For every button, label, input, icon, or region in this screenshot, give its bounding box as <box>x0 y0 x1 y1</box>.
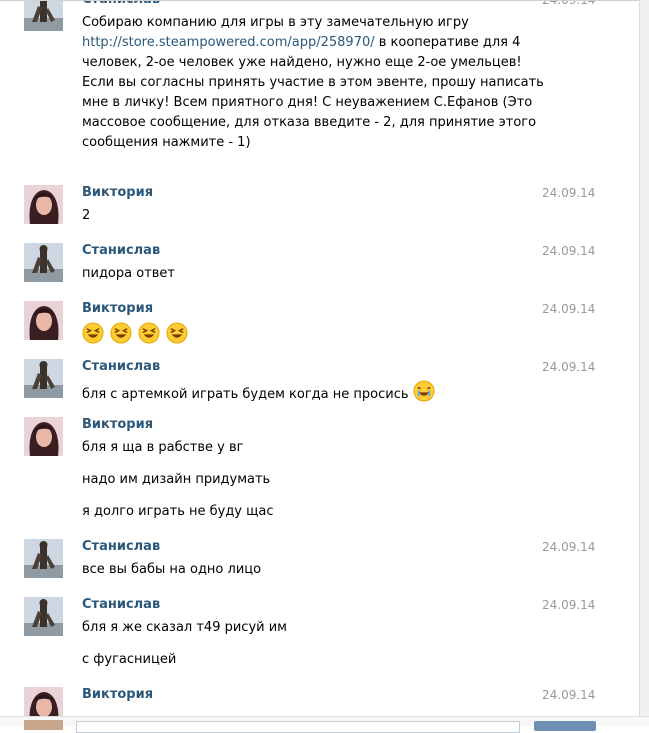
laughing-emoji <box>82 322 104 351</box>
author-name[interactable]: Виктория <box>82 185 153 201</box>
author-name[interactable]: Станислав <box>82 0 160 8</box>
avatar[interactable] <box>24 301 63 340</box>
author-name[interactable]: Станислав <box>82 539 160 555</box>
message-line: я долго играть не буду щас <box>82 502 512 522</box>
message-date: 24.09.14 <box>542 0 596 7</box>
message-text: пидора ответ <box>82 266 175 281</box>
message-line: пидора ответ <box>82 264 512 284</box>
laughing-emoji <box>166 322 188 351</box>
message-line: Если вы согласны принять участие в этом … <box>82 73 544 93</box>
message-body <box>82 322 512 351</box>
message-body: Собираю компанию для игры в эту замечате… <box>82 13 544 153</box>
message-body: все вы бабы на одно лицо <box>82 560 512 580</box>
message-history: Станислав 24.09.14 Собираю компанию для иг… <box>0 0 640 716</box>
send-button[interactable] <box>534 721 596 731</box>
author-name[interactable]: Виктория <box>82 301 153 317</box>
message-link[interactable]: http://store.steampowered.com/app/258970… <box>82 35 375 50</box>
avatar[interactable] <box>24 359 63 398</box>
author-name[interactable]: Станислав <box>82 359 160 375</box>
author-name[interactable]: Виктория <box>82 417 153 433</box>
message-line: человек, 2-ое человек уже найдено, нужно… <box>82 53 522 73</box>
message-text: Собираю компанию для игры в эту замечате… <box>82 15 469 30</box>
message-body: бля я ща в рабстве у вг надо им дизайн пр… <box>82 438 512 522</box>
message-date: 24.09.14 <box>542 598 596 612</box>
avatar[interactable] <box>24 687 63 716</box>
author-name[interactable]: Виктория <box>82 687 153 703</box>
message-date: 24.09.14 <box>542 540 596 554</box>
message-text: в кооперативе для 4 <box>374 35 521 50</box>
avatar[interactable] <box>24 243 63 282</box>
avatar[interactable] <box>24 0 63 31</box>
message-line: http://store.steampowered.com/app/258970… <box>82 33 520 53</box>
avatar[interactable] <box>24 185 63 224</box>
message-line: бля с артемкой играть будем когда не про… <box>82 380 512 409</box>
message-text: массовое сообщение, для отказа введите -… <box>82 115 537 130</box>
message-line: массовое сообщение, для отказа введите -… <box>82 113 536 133</box>
message-text: бля я же сказал т49 рисуй им <box>82 620 287 635</box>
message-text: человек, 2-ое человек уже найдено, нужно… <box>82 55 522 70</box>
message-text: бля с артемкой играть будем когда не про… <box>82 387 413 402</box>
message-date: 24.09.14 <box>542 360 596 374</box>
scrollbar[interactable] <box>639 0 649 716</box>
message-body: пидора ответ <box>82 264 512 284</box>
message-text: с фугасницей <box>82 652 177 667</box>
author-name[interactable]: Станислав <box>82 243 160 259</box>
message-line: бля я же сказал т49 рисуй им <box>82 618 512 638</box>
message-line: сообщения нажмите - 1) <box>82 133 512 153</box>
message-date: 24.09.14 <box>542 186 596 200</box>
own-avatar <box>24 720 63 730</box>
message-body: 2 <box>82 206 512 226</box>
message-text: сообщения нажмите - 1) <box>82 135 251 150</box>
avatar[interactable] <box>24 539 63 578</box>
message-line: бля я ща в рабстве у вг <box>82 438 512 458</box>
avatar[interactable] <box>24 417 63 456</box>
message-line: надо им дизайн придумать <box>82 470 512 490</box>
message-text: 2 <box>82 208 91 223</box>
avatar[interactable] <box>24 597 63 636</box>
message-body: бля я же сказал т49 рисуй им с фугасницей <box>82 618 512 670</box>
message-text: мне в личку! Всем приятного дня! С неува… <box>82 95 533 110</box>
message-text: я долго играть не буду щас <box>82 504 274 519</box>
message-input[interactable] <box>76 721 520 733</box>
message-line: 2 <box>82 206 512 226</box>
laughing-emoji <box>110 322 132 351</box>
message-text: Если вы согласны принять участие в этом … <box>82 75 544 90</box>
message-date: 24.09.14 <box>542 244 596 258</box>
message-date: 24.09.14 <box>542 302 596 316</box>
message-text: все вы бабы на одно лицо <box>82 562 262 577</box>
message-body: бля с артемкой играть будем когда не про… <box>82 380 512 409</box>
top-divider <box>0 0 640 1</box>
message-line <box>82 322 512 351</box>
laughing-emoji <box>138 322 160 351</box>
message-line: все вы бабы на одно лицо <box>82 560 512 580</box>
message-text: надо им дизайн придумать <box>82 472 271 487</box>
message-text: бля я ща в рабстве у вг <box>82 440 244 455</box>
crying-emoji <box>413 380 435 409</box>
message-line: мне в личку! Всем приятного дня! С неува… <box>82 93 532 113</box>
message-date: 24.09.14 <box>542 688 596 702</box>
message-line: с фугасницей <box>82 650 512 670</box>
author-name[interactable]: Станислав <box>82 597 160 613</box>
message-line: Собираю компанию для игры в эту замечате… <box>82 13 512 33</box>
